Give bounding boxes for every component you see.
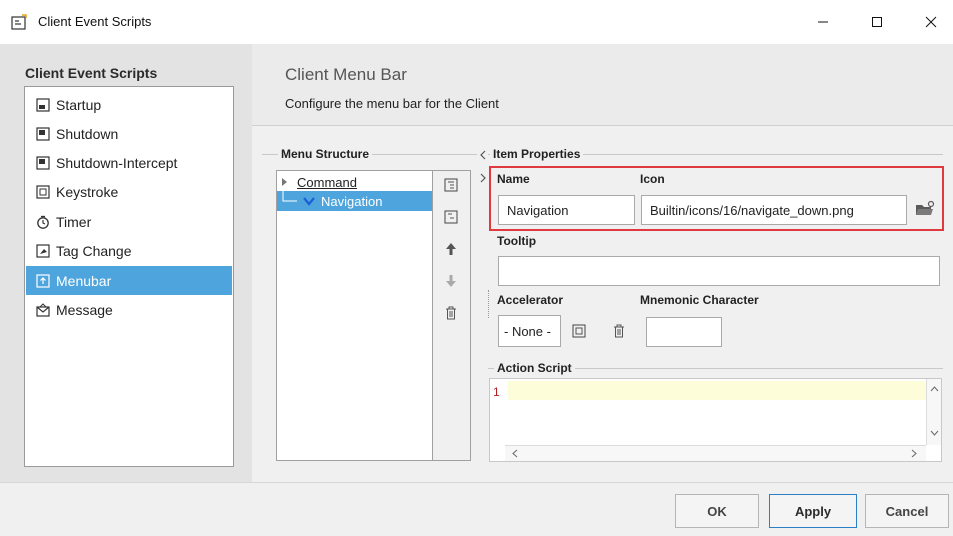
sidebar-item-tag-change[interactable]: Tag Change (26, 236, 232, 265)
minimize-icon (818, 21, 828, 23)
keyboard-icon (36, 184, 50, 199)
tree-item-navigation[interactable]: Navigation (277, 191, 432, 211)
scroll-right-icon[interactable] (910, 449, 918, 458)
trash-icon[interactable] (613, 324, 625, 338)
script-type-list: Startup Shutdown Shutdown-Intercept Keys… (24, 86, 234, 467)
chevron-down-icon (303, 197, 315, 206)
mnemonic-label: Mnemonic Character (640, 293, 759, 307)
sidebar-item-label: Menubar (56, 272, 112, 289)
line-number: 1 (493, 385, 500, 399)
window-title: Client Event Scripts (38, 14, 152, 29)
accelerator-field[interactable]: - None - (498, 315, 561, 347)
menubar-icon (36, 273, 50, 288)
scroll-down-icon[interactable] (930, 429, 939, 437)
sidebar-item-label: Shutdown-Intercept (56, 154, 178, 171)
cancel-button[interactable]: Cancel (865, 494, 949, 528)
minimize-button[interactable] (800, 0, 846, 44)
sidebar-title: Client Event Scripts (25, 65, 158, 81)
close-button[interactable] (908, 0, 953, 44)
app-icon (11, 14, 27, 30)
move-down-icon[interactable] (443, 273, 459, 289)
envelope-icon (36, 302, 50, 317)
scroll-left-icon[interactable] (511, 449, 519, 458)
tree-toolbar (433, 170, 471, 461)
mnemonic-field[interactable] (646, 317, 722, 347)
script-icon (36, 126, 50, 141)
sidebar-item-startup[interactable]: Startup (26, 90, 232, 119)
tree-item-command[interactable]: Command (279, 172, 357, 192)
close-icon (925, 16, 937, 28)
script-icon (36, 97, 50, 112)
sidebar-item-message[interactable]: Message (26, 295, 232, 324)
current-line-highlight (508, 381, 926, 400)
expand-arrow-icon (282, 178, 287, 186)
sidebar-item-label: Tag Change (56, 242, 132, 259)
sidebar-item-timer[interactable]: Timer (26, 207, 232, 236)
sidebar-item-label: Shutdown (56, 125, 119, 142)
add-submenu-icon[interactable] (443, 209, 459, 225)
horizontal-scrollbar[interactable] (505, 445, 926, 461)
sidebar-item-menubar[interactable]: Menubar (26, 266, 232, 295)
apply-button[interactable]: Apply (769, 494, 857, 528)
menu-structure-label: Menu Structure (278, 147, 373, 161)
tooltip-label: Tooltip (497, 234, 537, 248)
tag-icon (36, 243, 50, 258)
highlight-annotation (489, 166, 944, 231)
script-icon (36, 155, 50, 170)
sidebar-item-label: Message (56, 301, 113, 318)
tree-connector-icon (282, 191, 297, 202)
action-script-label: Action Script (494, 361, 575, 375)
sidebar-item-shutdown-intercept[interactable]: Shutdown-Intercept (26, 148, 232, 177)
tree-item-label: Command (297, 174, 357, 190)
expand-right-icon[interactable] (478, 173, 488, 183)
clock-icon (37, 215, 49, 229)
collapse-left-icon[interactable] (478, 150, 488, 160)
maximize-button[interactable] (854, 0, 900, 44)
add-menu-icon[interactable] (443, 177, 459, 193)
move-up-icon[interactable] (443, 241, 459, 257)
tooltip-field[interactable] (498, 256, 940, 286)
sidebar-item-label: Timer (56, 213, 92, 230)
item-properties-label: Item Properties (490, 147, 584, 161)
menu-structure-tree[interactable]: Command Navigation (276, 170, 433, 461)
delete-icon[interactable] (443, 305, 459, 321)
scroll-up-icon[interactable] (930, 385, 939, 393)
sidebar-item-label: Keystroke (56, 183, 119, 200)
splitter-grip[interactable] (488, 290, 490, 318)
page-description: Configure the menu bar for the Client (285, 96, 499, 111)
sidebar-item-shutdown[interactable]: Shutdown (26, 119, 232, 148)
keyboard-icon[interactable] (572, 324, 586, 338)
ok-button[interactable]: OK (675, 494, 759, 528)
sidebar-item-keystroke[interactable]: Keystroke (26, 177, 232, 206)
page-header (252, 44, 953, 126)
tree-item-label: Navigation (321, 193, 383, 209)
vertical-scrollbar[interactable] (926, 379, 941, 445)
page-title: Client Menu Bar (285, 65, 407, 84)
maximize-icon (872, 17, 882, 27)
sidebar-item-label: Startup (56, 96, 102, 113)
accelerator-label: Accelerator (497, 293, 564, 307)
